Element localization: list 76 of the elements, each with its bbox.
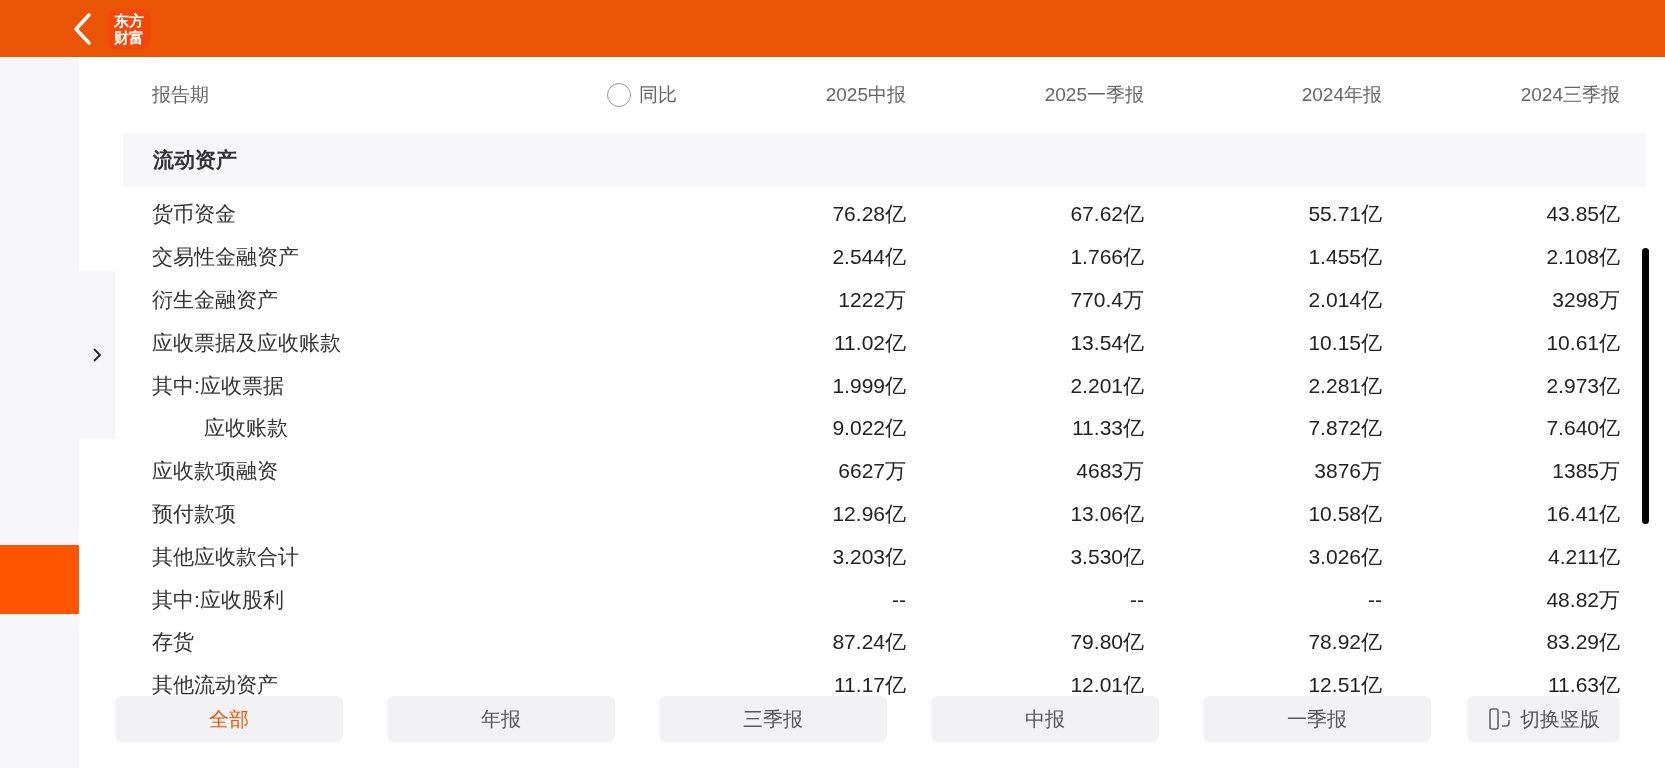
table-cell-text: 1222万: [837, 287, 906, 313]
table-cell-text: 2.014亿: [1307, 287, 1382, 313]
table-cell-text: 4.211亿: [1547, 543, 1620, 570]
switch-orientation-button[interactable]: 切换竖版: [1467, 696, 1620, 742]
table-cell-text: 1.766亿: [1069, 244, 1144, 271]
table-cell-text: 2.108亿: [1545, 244, 1620, 271]
section-header: 流动资产: [123, 133, 1646, 187]
table-cell-text: 2.973亿: [1545, 372, 1620, 399]
filter-tab[interactable]: 一季报: [1203, 696, 1431, 742]
table-cell-text: 2.544亿: [831, 244, 906, 271]
rotate-icon: [1487, 707, 1512, 731]
table-cell-text: 7.640亿: [1545, 415, 1620, 442]
row-label: 应收款项融资: [152, 458, 279, 485]
table-cell-text: 13.06亿: [1069, 500, 1144, 527]
table-cell-text: 76.28亿: [831, 201, 906, 228]
table-cell-text: 770.4万: [1069, 287, 1144, 313]
table-cell-text: 11.02亿: [833, 329, 906, 356]
chevron-right-icon: [92, 347, 102, 363]
row-label: 其他应收款合计: [152, 543, 300, 570]
table-cell-text: 9.022亿: [831, 415, 906, 442]
table-cell-text: 10.15亿: [1307, 329, 1382, 356]
row-label: 应收账款: [203, 415, 289, 442]
table-cell-text: --: [1367, 587, 1382, 612]
table-cell-text: 87.24亿: [831, 629, 906, 656]
table-cell-text: 12.51亿: [1307, 672, 1382, 699]
back-icon[interactable]: [72, 11, 94, 46]
table-cell-text: 43.85亿: [1545, 201, 1620, 228]
table-cell-text: 78.92亿: [1307, 629, 1382, 656]
table-cell-text: 83.29亿: [1545, 629, 1620, 656]
row-label: 其中:应收票据: [152, 372, 285, 399]
table-cell-text: 13.54亿: [1069, 329, 1144, 356]
table-cell-text: 2.201亿: [1069, 372, 1144, 399]
table-cell-text: 1.999亿: [831, 372, 906, 399]
column-header: 2024三季报: [1519, 83, 1620, 107]
row-label: 交易性金融资产: [152, 244, 300, 271]
column-header: 2025中报: [824, 83, 906, 107]
table-cell-text: 55.71亿: [1307, 201, 1382, 228]
filter-tab[interactable]: 中报: [931, 696, 1159, 742]
table-cell-text: 12.96亿: [831, 500, 906, 527]
filter-tab[interactable]: 年报: [387, 696, 615, 742]
table-cell-text: 1385万: [1551, 458, 1620, 485]
row-label: 其中:应收股利: [152, 586, 285, 613]
table-cell-text: 12.01亿: [1069, 672, 1144, 699]
table-cell-text: --: [891, 587, 906, 612]
table-cell-text: 2.281亿: [1307, 372, 1382, 399]
table-cell-text: 3876万: [1313, 458, 1382, 485]
table-cell-text: --: [1129, 587, 1144, 612]
table-cell-text: 3.530亿: [1069, 543, 1144, 570]
table-cell-text: 10.61亿: [1545, 329, 1620, 356]
row-label: 预付款项: [152, 500, 237, 527]
table-cell-text: 16.41亿: [1545, 500, 1620, 527]
column-header: 2025一季报: [1043, 83, 1144, 107]
table-cell-text: 6627万: [837, 458, 906, 485]
table-cell-text: 4683万: [1075, 458, 1144, 485]
table-cell-text: 3.203亿: [831, 543, 906, 570]
table-cell-text: 11.17亿: [833, 672, 906, 699]
table-cell-text: 67.62亿: [1069, 201, 1144, 228]
table-cell-text: 1.455亿: [1307, 244, 1382, 271]
table-cell-text: 3.026亿: [1307, 543, 1382, 570]
table-cell-text: 11.63亿: [1547, 672, 1620, 699]
row-label: 应收票据及应收账款: [152, 329, 342, 356]
table-cell-text: 48.82万: [1545, 586, 1620, 613]
row-label: 货币资金: [152, 201, 237, 228]
table-cell-text: 3298万: [1551, 287, 1620, 313]
table-cell-text: 7.872亿: [1307, 415, 1382, 442]
row-label: 其他流动资产: [152, 672, 279, 699]
app-logo: 东方 财富: [108, 8, 150, 49]
row-label: 衍生金融资产: [152, 287, 279, 313]
table-cell-text: 10.58亿: [1307, 500, 1382, 527]
column-header: 2024年报: [1300, 83, 1382, 107]
table-cell-text: 11.33亿: [1071, 415, 1144, 442]
table-cell-text: 79.80亿: [1069, 629, 1144, 656]
filter-tab[interactable]: 三季报: [659, 696, 887, 742]
column-header: 报告期: [152, 83, 210, 107]
row-label: 存货: [152, 629, 195, 656]
yoy-radio[interactable]: 同比: [607, 82, 677, 108]
